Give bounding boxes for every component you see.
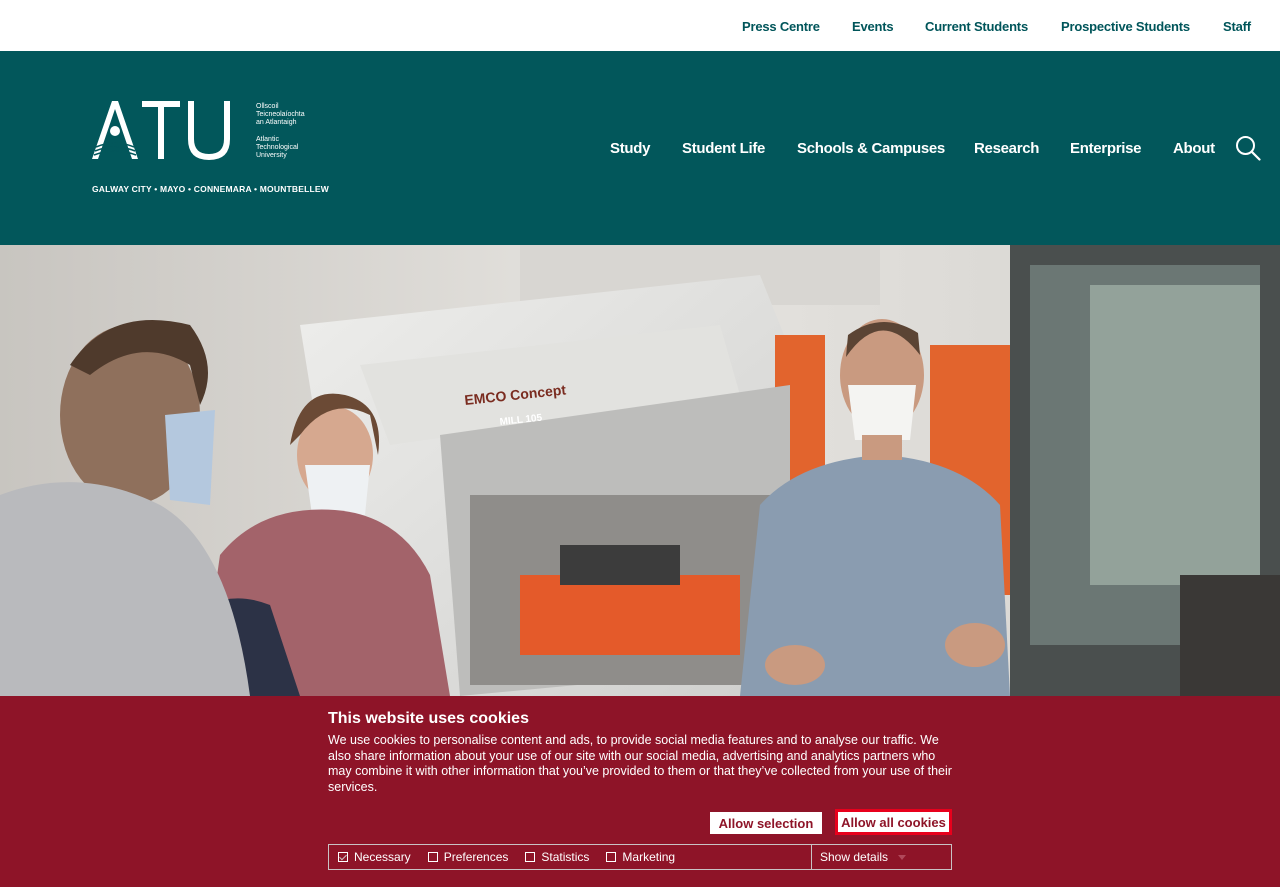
utility-link-staff[interactable]: Staff bbox=[1223, 19, 1251, 34]
nav-enterprise[interactable]: Enterprise bbox=[1070, 140, 1142, 157]
utility-link-prospective-students[interactable]: Prospective Students bbox=[1061, 19, 1190, 34]
logo-irish-line-1: Ollscoil bbox=[256, 103, 279, 110]
show-details-label: Show details bbox=[820, 850, 889, 864]
show-details-toggle[interactable]: Show details bbox=[811, 845, 951, 869]
necessary-checkbox[interactable] bbox=[338, 852, 348, 862]
consent-marketing[interactable]: Marketing bbox=[606, 850, 675, 864]
nav-student-life[interactable]: Student Life bbox=[682, 140, 765, 157]
marketing-label: Marketing bbox=[622, 850, 676, 864]
consent-statistics[interactable]: Statistics bbox=[525, 850, 589, 864]
consent-options: Necessary Preferences Statistics Marketi… bbox=[328, 844, 952, 870]
nav-study[interactable]: Study bbox=[610, 140, 650, 157]
campus-list: GALWAY CITY • MAYO • CONNEMARA • MOUNTBE… bbox=[92, 184, 330, 194]
allow-selection-button[interactable]: Allow selection bbox=[710, 812, 822, 834]
logo-irish-line-3: an Atlantaigh bbox=[256, 119, 297, 126]
logo-english-line-3: University bbox=[256, 152, 287, 159]
utility-link-current-students[interactable]: Current Students bbox=[925, 19, 1028, 34]
logo-english-line-2: Technological bbox=[256, 144, 299, 151]
nav-research[interactable]: Research bbox=[974, 140, 1039, 157]
nav-about[interactable]: About bbox=[1173, 140, 1215, 157]
chevron-down-icon bbox=[898, 854, 907, 860]
statistics-checkbox[interactable] bbox=[525, 852, 536, 862]
cookie-title: This website uses cookies bbox=[328, 710, 529, 727]
allow-all-cookies-button[interactable]: Allow all cookies bbox=[835, 809, 952, 835]
utility-bar: Press Centre Events Current Students Pro… bbox=[0, 0, 1280, 51]
search-icon[interactable] bbox=[1235, 135, 1261, 161]
main-header: Ollscoil Teicneolaíochta an Atlantaigh A… bbox=[0, 51, 1280, 245]
necessary-label: Necessary bbox=[354, 850, 411, 864]
marketing-checkbox[interactable] bbox=[606, 852, 617, 862]
preferences-label: Preferences bbox=[443, 850, 509, 864]
utility-link-events[interactable]: Events bbox=[852, 19, 894, 34]
utility-link-press-centre[interactable]: Press Centre bbox=[742, 19, 820, 34]
preferences-checkbox[interactable] bbox=[427, 852, 438, 862]
logo-irish-line-2: Teicneolaíochta bbox=[256, 111, 305, 118]
atu-logo-mark: Ollscoil Teicneolaíochta an Atlantaigh A… bbox=[92, 101, 305, 160]
consent-preferences[interactable]: Preferences bbox=[427, 850, 509, 864]
cookie-description: We use cookies to personalise content an… bbox=[328, 733, 952, 794]
cookie-banner: This website uses cookies We use cookies… bbox=[0, 696, 1280, 887]
nav-schools-campuses[interactable]: Schools & Campuses bbox=[797, 140, 945, 157]
statistics-label: Statistics bbox=[541, 850, 590, 864]
hero-image: EMCO Concept MILL 105 bbox=[0, 245, 1280, 696]
consent-necessary[interactable]: Necessary bbox=[338, 850, 411, 864]
logo-english-line-1: Atlantic bbox=[256, 136, 279, 143]
hero-illustration: EMCO Concept MILL 105 bbox=[0, 245, 1280, 696]
